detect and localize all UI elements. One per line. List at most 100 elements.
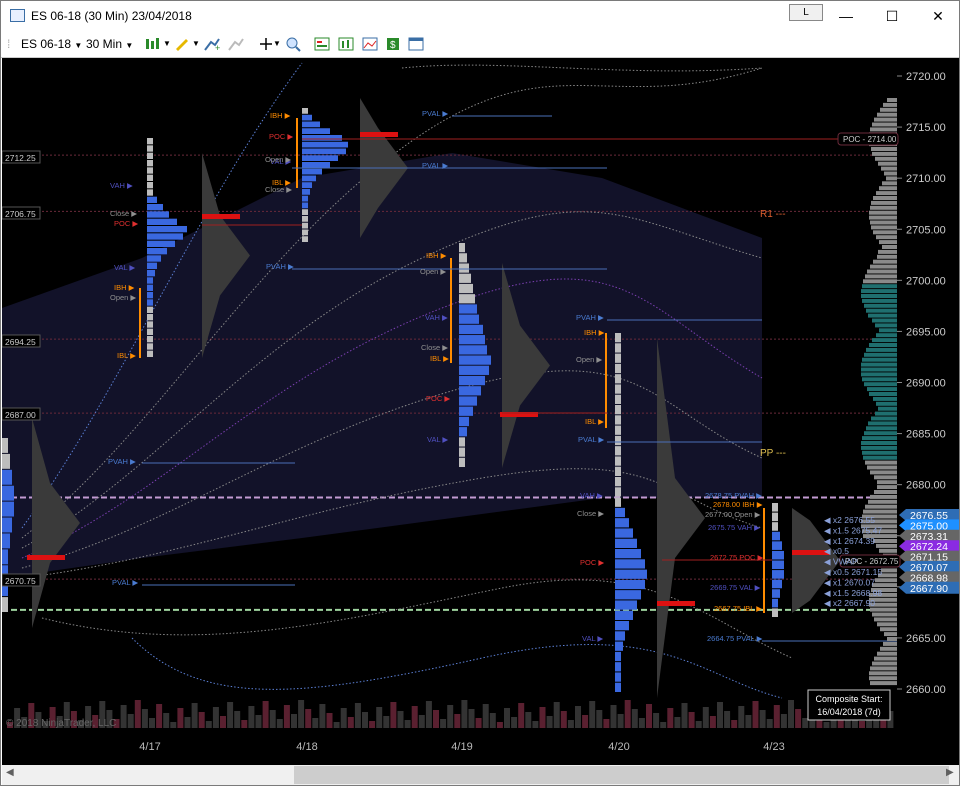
volume-bar: [795, 709, 802, 728]
vwap-sigma-label: ◀ x1.5 2675.47: [824, 525, 882, 535]
volume-bar: [475, 718, 482, 728]
y-axis-label: 2685.00: [906, 429, 946, 441]
profile-0418: [302, 128, 330, 134]
scroll-thumb[interactable]: [294, 766, 949, 784]
volume-bar: [305, 709, 312, 728]
composite-profile: [875, 578, 897, 583]
volume-bar: [759, 710, 766, 728]
profile-0420: [615, 415, 621, 425]
crosshair-dropdown[interactable]: ▼: [273, 35, 281, 53]
profile-0420: [615, 672, 621, 682]
maximize-icon[interactable]: ☐: [869, 1, 915, 31]
add-indicator-icon[interactable]: +: [203, 36, 221, 52]
level-tag-label: 2687.00: [5, 410, 36, 420]
profile-0419: [459, 314, 479, 324]
scroll-right-icon[interactable]: ▶: [946, 767, 954, 778]
instrument-label: ES 06-18: [21, 37, 72, 51]
volume-bar: [745, 715, 752, 728]
profile-label: PVAH ▶: [576, 313, 605, 322]
composite-profile: [871, 147, 897, 151]
composite-profile: [864, 431, 897, 436]
composite-profile: [863, 279, 897, 284]
volume-bar: [255, 715, 262, 728]
volume-bar: [532, 721, 539, 728]
volume-bar: [404, 720, 411, 728]
composite-profile: [876, 191, 897, 196]
horizontal-scrollbar[interactable]: ◀ ▶: [2, 765, 959, 785]
title-bar[interactable]: ES 06-18 (30 Min) 23/04/2018 L — ☐ ✕: [1, 1, 959, 31]
money-icon[interactable]: $: [384, 36, 402, 52]
profile-label: IBH ▶: [114, 283, 136, 292]
drawing-dropdown[interactable]: ▼: [192, 35, 200, 53]
profile-0416: [2, 517, 12, 533]
profile-0417: [147, 240, 175, 247]
composite-profile: [870, 494, 897, 499]
volume-bar: [773, 705, 780, 728]
profile-0416: [2, 501, 14, 517]
profile-0420: [615, 610, 633, 620]
profile-0417: [147, 306, 153, 313]
instrument-selector[interactable]: ES 06-18 ▼: [21, 35, 82, 53]
composite-profile: [864, 303, 897, 308]
profile-label: PVAH ▶: [266, 262, 295, 271]
volume-bar: [859, 721, 865, 728]
volume-bar: [383, 716, 390, 728]
profile-label: PVAL ▶: [578, 435, 605, 444]
composite-profile: [872, 318, 897, 323]
scroll-left-icon[interactable]: ◀: [6, 767, 14, 778]
composite-profile: [873, 539, 897, 543]
profile-0416: [2, 533, 10, 549]
composite-profile: [881, 166, 897, 171]
composite-profile: [872, 661, 897, 666]
volume-bar: [177, 708, 184, 728]
chart-canvas[interactable]: 4/17 4/18 4/19 4/20 4/23 2720.00 2715.00 2710.0…: [2, 58, 959, 765]
template-icon[interactable]: [407, 36, 425, 52]
interval-selector[interactable]: 30 Min ▼: [86, 35, 133, 53]
bar-style-icon[interactable]: [144, 36, 162, 52]
level-tag-label: 2712.25: [5, 153, 36, 163]
profile-0418: [302, 148, 346, 155]
volume-bar: [312, 718, 319, 728]
composite-profile: [862, 377, 897, 382]
zoom-icon[interactable]: [284, 36, 302, 52]
profile-label: 2669.75 VAL ▶: [710, 583, 762, 592]
profile-0420: [615, 477, 621, 487]
bar-style-dropdown[interactable]: ▼: [163, 35, 171, 53]
composite-profile: [886, 176, 897, 181]
profile-0420: [615, 651, 621, 662]
composite-profile: [862, 450, 897, 455]
profile-0423: [772, 522, 778, 531]
composite-profile: [872, 338, 897, 343]
profile-0418: [302, 216, 308, 222]
price-chart[interactable]: 4/17 4/18 4/19 4/20 4/23 2720.00 2715.00 2710.0…: [2, 58, 959, 765]
composite-profile: [872, 151, 897, 156]
volume-bar: [347, 717, 354, 728]
composite-profile: [878, 161, 897, 166]
profile-0418: [302, 114, 312, 121]
strategy-icon[interactable]: [227, 36, 245, 52]
profile-0418: [302, 108, 308, 114]
composite-profile: [877, 651, 897, 656]
close-icon[interactable]: ✕: [915, 1, 960, 31]
profile-0418: [302, 189, 310, 195]
minimize-icon[interactable]: —: [823, 1, 869, 31]
profile-0418: [302, 202, 308, 209]
properties-icon[interactable]: [361, 36, 379, 52]
profile-0420: [615, 497, 621, 507]
y-axis-label: 2680.00: [906, 480, 946, 492]
poc-bar: [657, 601, 695, 606]
pencil-icon[interactable]: [173, 36, 191, 52]
volume-bar: [702, 707, 709, 728]
composite-profile: [876, 543, 897, 548]
chart-trader-icon[interactable]: [337, 36, 355, 52]
composite-profile: [877, 622, 897, 627]
link-button[interactable]: L: [789, 4, 823, 21]
volume-bar: [319, 704, 326, 728]
vwap-sigma-label: ◀ x2 2667.90: [824, 598, 875, 608]
composite-profile: [872, 612, 897, 617]
profile-0423: [772, 598, 778, 608]
volume-bar: [191, 703, 198, 728]
volume-bar: [688, 712, 695, 728]
data-box-icon[interactable]: [313, 36, 331, 52]
volume-bar: [390, 702, 397, 728]
